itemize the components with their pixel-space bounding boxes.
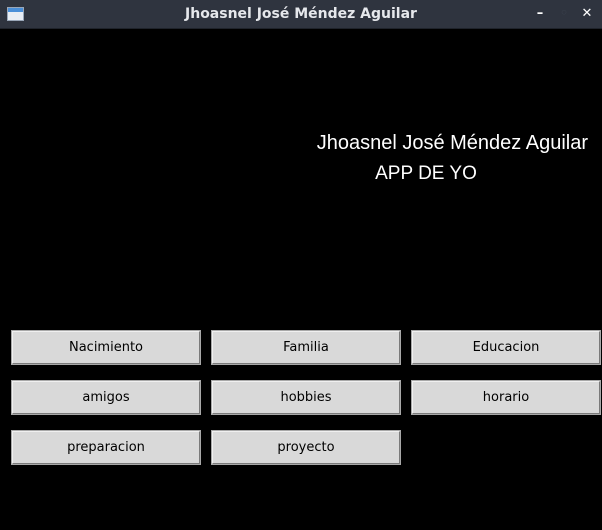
app-window: Jhoasnel José Méndez Aguilar – ◦ ✕ Jhoas… (0, 0, 602, 530)
educacion-button[interactable]: Educacion (411, 330, 601, 365)
maximize-icon[interactable]: ◦ (555, 5, 573, 23)
familia-button[interactable]: Familia (211, 330, 401, 365)
horario-button[interactable]: horario (411, 380, 601, 415)
window-title: Jhoasnel José Méndez Aguilar (185, 6, 417, 22)
hobbies-button[interactable]: hobbies (211, 380, 401, 415)
main-content: Jhoasnel José Méndez Aguilar APP DE YO N… (0, 30, 602, 530)
close-icon[interactable]: ✕ (578, 5, 596, 23)
nacimiento-button[interactable]: Nacimiento (11, 330, 201, 365)
title-bar[interactable]: Jhoasnel José Méndez Aguilar – ◦ ✕ (0, 0, 602, 29)
author-name-label: Jhoasnel José Méndez Aguilar (316, 132, 588, 154)
preparacion-button[interactable]: preparacion (11, 430, 201, 465)
amigos-button[interactable]: amigos (11, 380, 201, 415)
proyecto-button[interactable]: proyecto (211, 430, 401, 465)
minimize-icon[interactable]: – (531, 5, 549, 23)
app-subtitle-label: APP DE YO (375, 163, 477, 184)
